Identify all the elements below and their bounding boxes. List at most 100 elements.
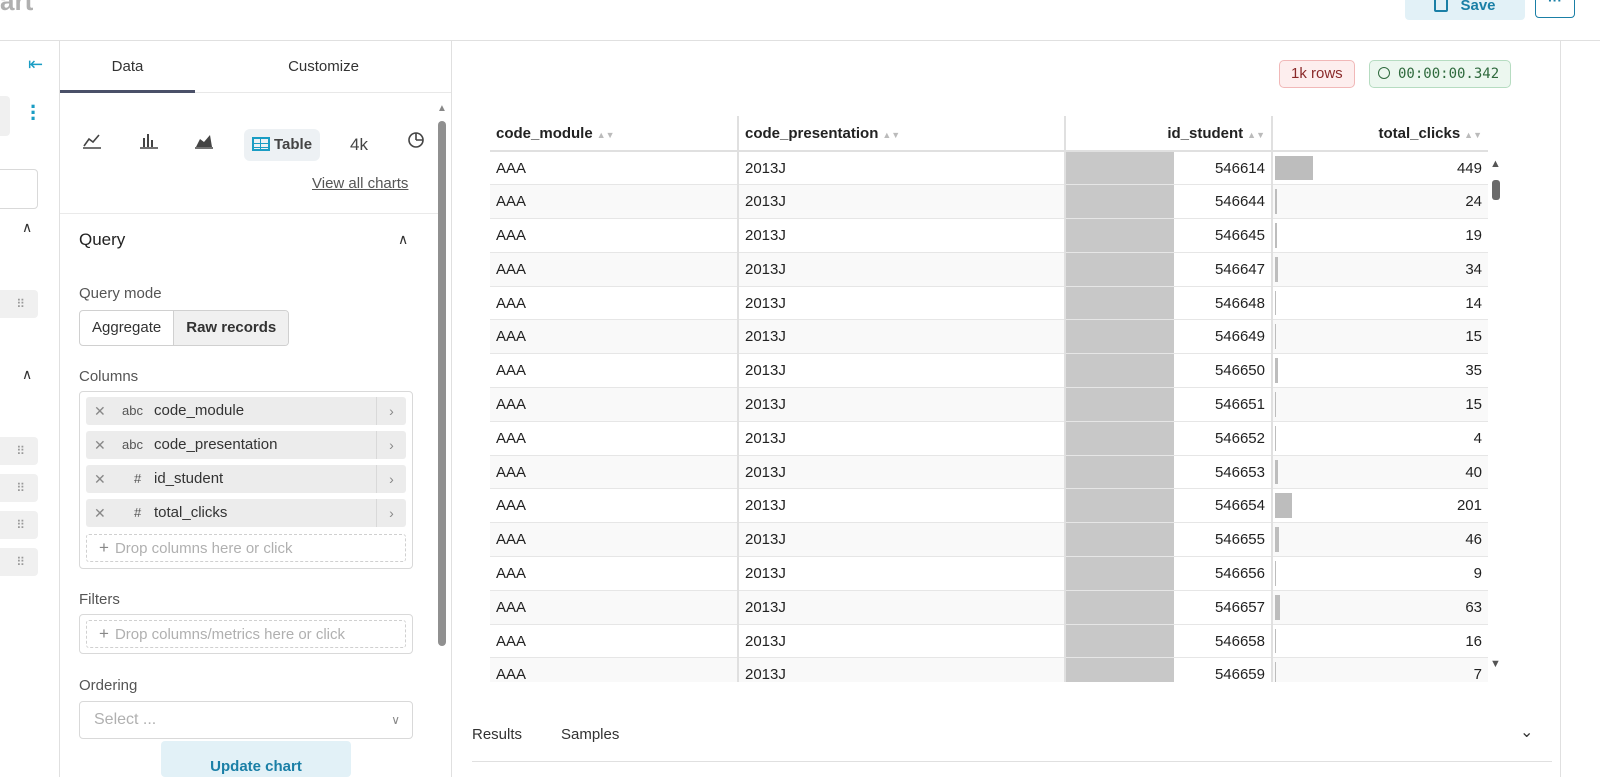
table-cell: AAA xyxy=(490,488,739,524)
remove-column-icon[interactable]: ✕ xyxy=(94,397,106,425)
column-type-icon: # xyxy=(134,471,142,486)
query-mode-toggle: Aggregate Raw records xyxy=(79,310,290,346)
column-type-icon: abc xyxy=(122,403,143,418)
table-cell: AAA xyxy=(490,151,739,186)
table-cell: 4 xyxy=(1272,421,1488,456)
scroll-down-icon[interactable]: ▼ xyxy=(1490,658,1501,670)
view-all-charts-link[interactable]: View all charts xyxy=(312,175,408,192)
big-number-chart-button[interactable]: 4k xyxy=(350,129,368,161)
tab-results[interactable]: Results xyxy=(472,726,522,743)
scrollbar-thumb[interactable] xyxy=(1492,180,1500,200)
query-collapse-chevron-icon[interactable]: ∧ xyxy=(398,231,408,248)
table-row: AAA 2013J 546647 34 xyxy=(490,252,1488,287)
table-cell: 16 xyxy=(1272,624,1488,659)
panel-scrollbar[interactable]: ▲ xyxy=(437,103,447,703)
update-chart-button[interactable]: Update chart xyxy=(161,741,351,777)
drag-handle-icon[interactable]: ⠿ xyxy=(0,290,38,318)
scroll-up-icon[interactable]: ▲ xyxy=(1490,158,1501,170)
drag-handle-icon[interactable]: ⠿ xyxy=(0,548,38,576)
table-cell: 2013J xyxy=(738,319,1066,355)
aggregate-mode-button[interactable]: Aggregate xyxy=(80,311,173,345)
table-chart-button[interactable]: Table xyxy=(244,129,321,161)
chevron-right-icon[interactable]: › xyxy=(376,465,406,493)
sort-icon[interactable]: ▲▼ xyxy=(597,130,615,140)
remove-column-icon[interactable]: ✕ xyxy=(94,465,106,493)
column-item[interactable]: ✕ abc code_module › xyxy=(86,397,406,425)
dataset-search-input[interactable] xyxy=(0,169,38,209)
table-cell: 2013J xyxy=(738,556,1066,591)
column-header[interactable]: total_clicks ▲▼ xyxy=(1272,116,1488,152)
divider xyxy=(60,213,438,214)
dataset-selector[interactable] xyxy=(0,96,10,136)
remove-column-icon[interactable]: ✕ xyxy=(94,499,106,527)
column-header[interactable]: id_student ▲▼ xyxy=(1065,116,1273,152)
drag-handle-icon[interactable]: ⠿ xyxy=(0,511,38,539)
table-header-row: code_module ▲▼ code_presentation ▲▼ id_stu… xyxy=(490,116,1488,152)
column-item[interactable]: ✕ # total_clicks › xyxy=(86,499,406,527)
chevron-right-icon[interactable]: › xyxy=(376,499,406,527)
table-cell: 546645 xyxy=(1065,218,1273,253)
table-cell: AAA xyxy=(490,286,739,321)
tab-customize[interactable]: Customize xyxy=(195,41,451,93)
column-item[interactable]: ✕ # id_student › xyxy=(86,465,406,493)
query-section-title: Query xyxy=(79,230,126,249)
table-row: AAA 2013J 546650 35 xyxy=(490,353,1488,389)
table-cell: 546658 xyxy=(1065,624,1273,659)
ordering-select[interactable]: Select ... ∨ xyxy=(79,701,413,739)
save-label: Save xyxy=(1460,0,1496,14)
tab-data[interactable]: Data xyxy=(60,41,195,93)
table-cell: 2013J xyxy=(738,421,1066,456)
table-cell: 546652 xyxy=(1065,421,1273,456)
cell-bar xyxy=(1275,324,1277,350)
table-cell: 15 xyxy=(1272,319,1488,355)
table-cell: 2013J xyxy=(738,286,1066,321)
table-cell: 34 xyxy=(1272,252,1488,287)
bar-chart-icon[interactable] xyxy=(139,129,159,161)
results-table: code_module ▲▼ code_presentation ▲▼ id_stu… xyxy=(490,116,1488,682)
table-cell: 546647 xyxy=(1065,252,1273,287)
cell-bar xyxy=(1275,223,1277,248)
area-chart-icon[interactable] xyxy=(194,129,214,161)
collapse-panel-icon[interactable]: ⇤ xyxy=(28,54,43,75)
chevron-down-icon[interactable]: ⌄ xyxy=(1520,722,1533,742)
table-cell: AAA xyxy=(490,218,739,253)
chevron-right-icon[interactable]: › xyxy=(376,397,406,425)
drag-handle-icon[interactable]: ⠿ xyxy=(0,437,38,465)
raw-records-mode-button[interactable]: Raw records xyxy=(173,311,289,345)
table-row: AAA 2013J 546645 19 xyxy=(490,218,1488,253)
column-item[interactable]: ✕ abc code_presentation › xyxy=(86,431,406,459)
table-cell: 546655 xyxy=(1065,522,1273,558)
chevron-right-icon[interactable]: › xyxy=(376,431,406,459)
metrics-section-chevron-icon[interactable]: ∧ xyxy=(22,219,32,236)
filters-drop-zone[interactable]: + Drop columns/metrics here or click xyxy=(86,620,406,648)
save-button[interactable]: Save xyxy=(1405,0,1525,20)
column-name: code_presentation xyxy=(154,436,278,453)
column-header[interactable]: code_presentation ▲▼ xyxy=(738,116,1066,152)
columns-section-chevron-icon[interactable]: ∧ xyxy=(22,366,32,383)
remove-column-icon[interactable]: ✕ xyxy=(94,431,106,459)
cell-bar xyxy=(1275,459,1279,485)
table-row: AAA 2013J 546654 201 xyxy=(490,488,1488,524)
more-actions-button[interactable]: ··· xyxy=(1535,0,1575,18)
chart-title[interactable]: art xyxy=(0,0,33,17)
table-cell: AAA xyxy=(490,421,739,456)
column-header[interactable]: code_module ▲▼ xyxy=(490,116,739,152)
sort-icon[interactable]: ▲▼ xyxy=(1464,130,1482,140)
sort-icon[interactable]: ▲▼ xyxy=(1247,130,1265,140)
line-chart-icon[interactable] xyxy=(82,129,102,161)
tab-samples[interactable]: Samples xyxy=(561,726,619,743)
pie-chart-icon[interactable] xyxy=(406,129,426,161)
drag-handle-icon[interactable]: ⠿ xyxy=(0,474,38,502)
scrollbar-thumb[interactable] xyxy=(438,121,446,646)
cell-bar xyxy=(1275,594,1281,620)
table-row: AAA 2013J 546644 24 xyxy=(490,184,1488,220)
dataset-menu-icon[interactable]: · · · xyxy=(30,96,37,130)
scroll-up-icon[interactable]: ▲ xyxy=(437,103,447,114)
row-count-badge: 1k rows xyxy=(1279,60,1355,88)
table-scrollbar[interactable]: ▲ ▼ xyxy=(1490,158,1502,678)
columns-drop-zone[interactable]: + Drop columns here or click xyxy=(86,534,406,562)
table-cell: 546650 xyxy=(1065,353,1273,389)
table-row: AAA 2013J 546648 14 xyxy=(490,286,1488,321)
sort-icon[interactable]: ▲▼ xyxy=(882,130,900,140)
table-cell: 63 xyxy=(1272,590,1488,625)
